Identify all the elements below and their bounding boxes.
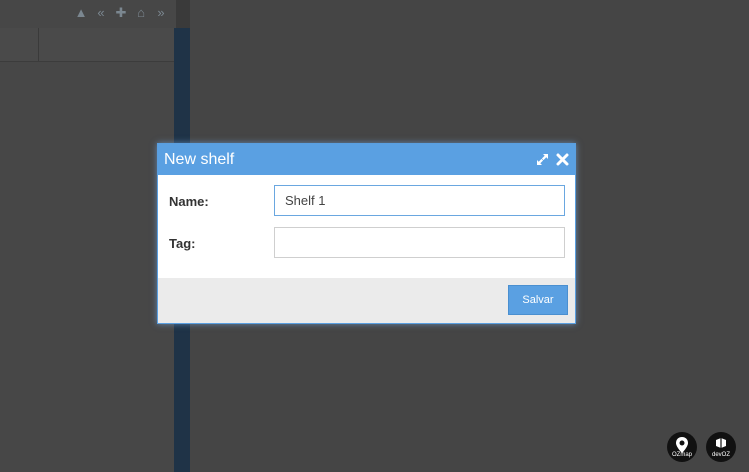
tag-label: Tag: — [169, 236, 196, 251]
devoz-logo-text: devOZ — [711, 452, 730, 458]
dialog-footer: Salvar — [158, 278, 575, 323]
devoz-logo[interactable]: devOZ — [706, 432, 736, 462]
tag-input[interactable] — [274, 227, 565, 258]
new-shelf-dialog: New shelf Name: Tag: Salvar — [157, 143, 576, 324]
ozmap-logo-text: OZmap — [671, 452, 692, 458]
name-label: Name: — [169, 194, 209, 209]
ozmap-logo[interactable]: OZmap — [667, 432, 697, 462]
share-icon: ✚ — [115, 5, 127, 20]
prev-icon: « — [97, 5, 105, 20]
home-icon: ⌂ — [137, 5, 145, 20]
table-header — [0, 28, 174, 62]
up-icon: ▲ — [74, 5, 88, 20]
next-icon: » — [157, 5, 165, 20]
expand-icon[interactable] — [535, 152, 550, 167]
dialog-title: New shelf — [164, 151, 235, 168]
name-input[interactable] — [274, 185, 565, 216]
dialog-header: New shelf — [158, 144, 575, 175]
column-divider — [38, 28, 39, 61]
nav-icons: ▲ « ✚ ⌂ » — [74, 6, 168, 20]
close-icon[interactable] — [555, 152, 570, 167]
background-toolbar: ▲ « ✚ ⌂ » — [0, 0, 176, 28]
table-body — [0, 62, 174, 472]
save-button[interactable]: Salvar — [508, 285, 568, 315]
dialog-body: Name: Tag: — [158, 175, 575, 278]
